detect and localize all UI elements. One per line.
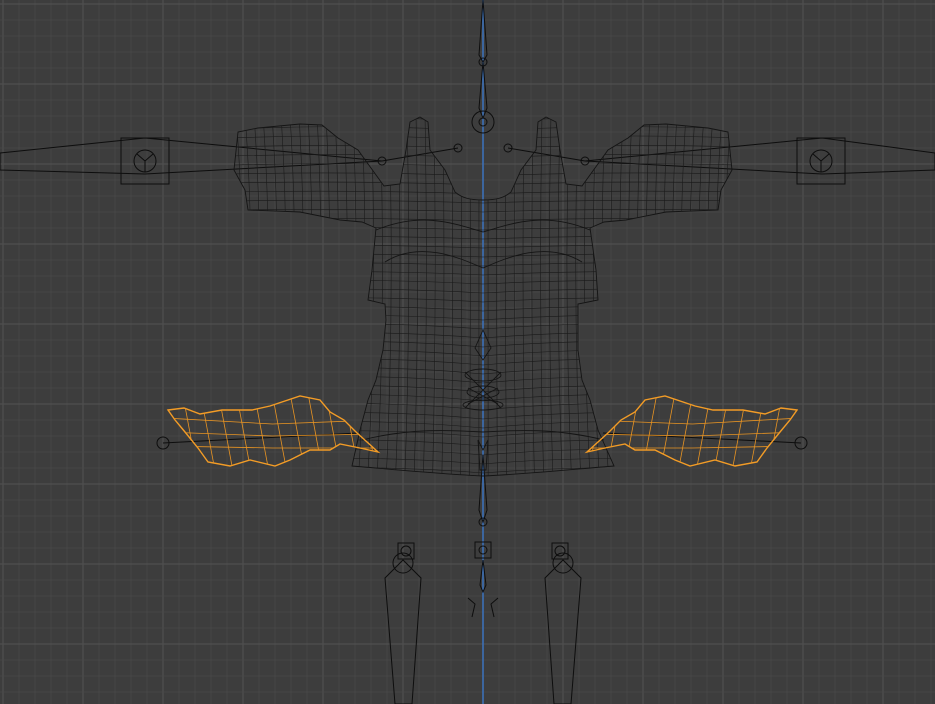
mesh-edge xyxy=(575,117,582,476)
mesh-edge xyxy=(234,218,732,222)
top-mesh-object[interactable] xyxy=(229,115,740,482)
mesh-edge xyxy=(234,190,732,195)
mesh-edge xyxy=(234,209,732,213)
mesh-edge xyxy=(234,253,732,258)
mesh-edge xyxy=(619,117,628,476)
mesh-edge xyxy=(441,117,445,476)
mesh-edge xyxy=(200,396,216,466)
mesh-edge xyxy=(234,349,732,357)
skirt-left-outline xyxy=(166,395,381,467)
mesh-edge xyxy=(376,117,383,476)
mesh-edge xyxy=(785,396,797,466)
mesh-edge xyxy=(339,117,348,476)
mesh-edge xyxy=(672,117,684,476)
mesh-edge xyxy=(234,172,732,177)
mesh-edge xyxy=(234,154,732,159)
mesh-edge xyxy=(283,117,295,476)
mesh-edge xyxy=(234,314,732,321)
empty-leg-right[interactable] xyxy=(551,542,569,560)
mesh-edge xyxy=(540,117,545,476)
mesh-edge xyxy=(234,306,732,312)
bone-arm-left[interactable] xyxy=(0,137,383,175)
mesh-edge xyxy=(395,117,401,476)
mesh-edge xyxy=(549,117,554,476)
mesh-edge xyxy=(610,117,619,476)
mesh-edge xyxy=(234,181,732,186)
mesh-edge xyxy=(234,323,732,330)
mesh-edge xyxy=(168,396,180,466)
mesh-edge xyxy=(496,117,498,476)
mesh-edge xyxy=(601,117,609,476)
mesh-edge xyxy=(413,117,418,476)
mesh-edge xyxy=(234,262,732,267)
mesh-edge xyxy=(654,117,665,476)
mesh-edge xyxy=(256,117,269,476)
mesh-edge xyxy=(302,117,313,476)
mesh-edge xyxy=(234,235,732,240)
mesh-edge xyxy=(293,117,304,476)
mesh-edge xyxy=(628,117,637,476)
mesh-edge xyxy=(404,117,410,476)
mesh-edge xyxy=(234,144,732,150)
mesh-edge xyxy=(584,117,591,476)
mesh-edge xyxy=(234,244,732,249)
mesh-edge xyxy=(307,396,323,466)
mesh-edge xyxy=(234,126,732,132)
floor-grid xyxy=(0,0,935,704)
mesh-edge xyxy=(707,117,721,476)
top-mesh-wire-horizontal xyxy=(234,117,732,474)
skirt-right-object[interactable] xyxy=(571,395,800,470)
bone-shoulder-left[interactable] xyxy=(381,147,459,162)
mesh-edge xyxy=(636,117,647,476)
mesh-edge xyxy=(566,117,572,476)
mesh-edge xyxy=(689,117,702,476)
mesh-edge xyxy=(422,117,427,476)
armature-object[interactable] xyxy=(0,0,935,704)
skirt-right-outline xyxy=(584,395,799,467)
mesh-edge xyxy=(234,358,732,366)
mesh-edge xyxy=(505,117,507,476)
mesh-edge xyxy=(749,396,765,466)
mesh-edge xyxy=(274,117,287,476)
mesh-edge xyxy=(234,458,732,465)
mesh-edge xyxy=(645,117,656,476)
mesh-edge xyxy=(557,117,563,476)
mesh-edge xyxy=(531,117,535,476)
mesh-edge xyxy=(234,279,732,285)
3d-viewport[interactable] xyxy=(0,0,935,704)
empty-leg-left[interactable] xyxy=(397,542,415,560)
mesh-edge xyxy=(234,271,732,276)
mesh-edge xyxy=(246,117,260,476)
mesh-edge xyxy=(234,199,732,204)
mesh-edge xyxy=(469,117,471,476)
viewport-canvas[interactable] xyxy=(0,0,935,704)
bone-tail-right[interactable] xyxy=(490,597,499,618)
bone-tail-left[interactable] xyxy=(467,597,476,618)
mesh-edge xyxy=(522,117,526,476)
mesh-edge xyxy=(325,396,341,466)
mesh-edge xyxy=(713,396,729,466)
mesh-edge xyxy=(642,396,658,466)
bone-shoulder-right[interactable] xyxy=(507,147,586,162)
mesh-edge xyxy=(311,117,322,476)
mesh-edge xyxy=(234,297,732,303)
mesh-edge xyxy=(460,117,462,476)
mesh-edge xyxy=(234,135,732,141)
mesh-edge xyxy=(236,396,252,466)
mesh-edge xyxy=(218,396,234,466)
skirt-right-wire xyxy=(587,396,797,466)
mesh-edge xyxy=(678,396,693,466)
mesh-edge xyxy=(234,412,732,420)
mesh-edge xyxy=(234,376,732,384)
mesh-edge xyxy=(234,341,732,348)
